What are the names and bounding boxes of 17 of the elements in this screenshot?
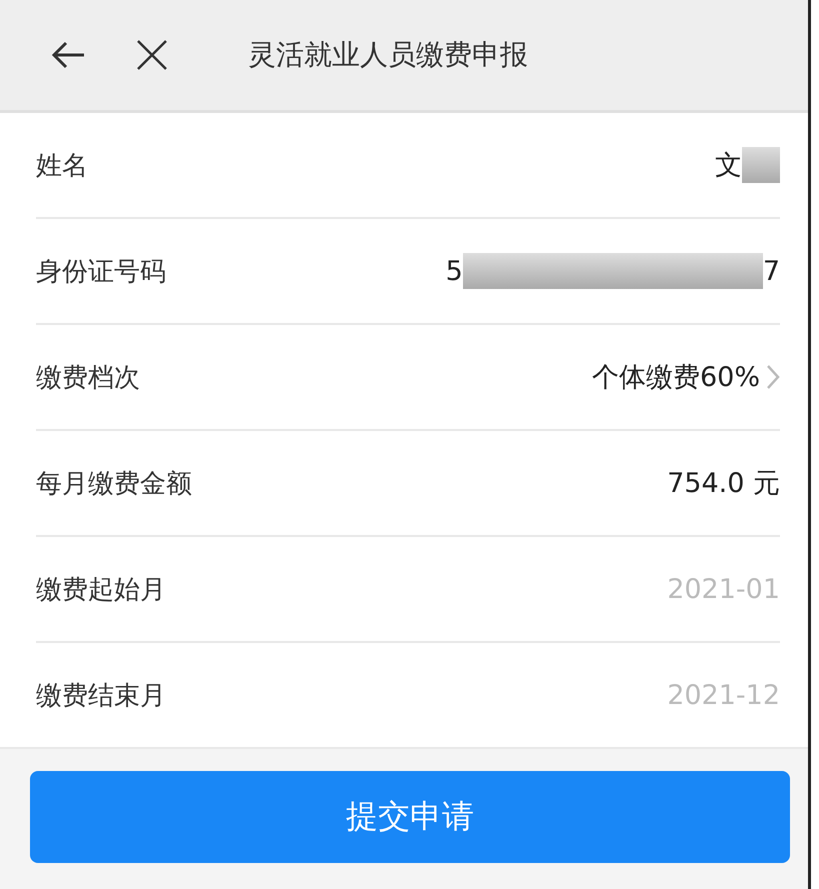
- field-value: 5: [446, 256, 463, 286]
- field-label: 姓名: [36, 150, 88, 182]
- date-value: 2021-12: [667, 680, 780, 710]
- field-value[interactable]: 个体缴费60%: [592, 359, 760, 395]
- field-label: 缴费档次: [36, 362, 140, 394]
- back-icon[interactable]: [50, 40, 86, 70]
- field-value: 7: [762, 256, 780, 286]
- submit-button[interactable]: 提交申请: [30, 771, 790, 863]
- field-label: 缴费起始月: [36, 574, 166, 606]
- field-label: 缴费结束月: [36, 680, 166, 712]
- window-title: 灵活就业人员缴费申报: [248, 37, 528, 73]
- field-value: 754.0 元: [667, 467, 780, 501]
- close-icon[interactable]: [136, 39, 168, 71]
- field-value: 文: [715, 149, 742, 183]
- date-value: 2021-01: [667, 574, 780, 604]
- field-label: 身份证号码: [36, 256, 166, 288]
- field-label: 每月缴费金额: [36, 468, 192, 500]
